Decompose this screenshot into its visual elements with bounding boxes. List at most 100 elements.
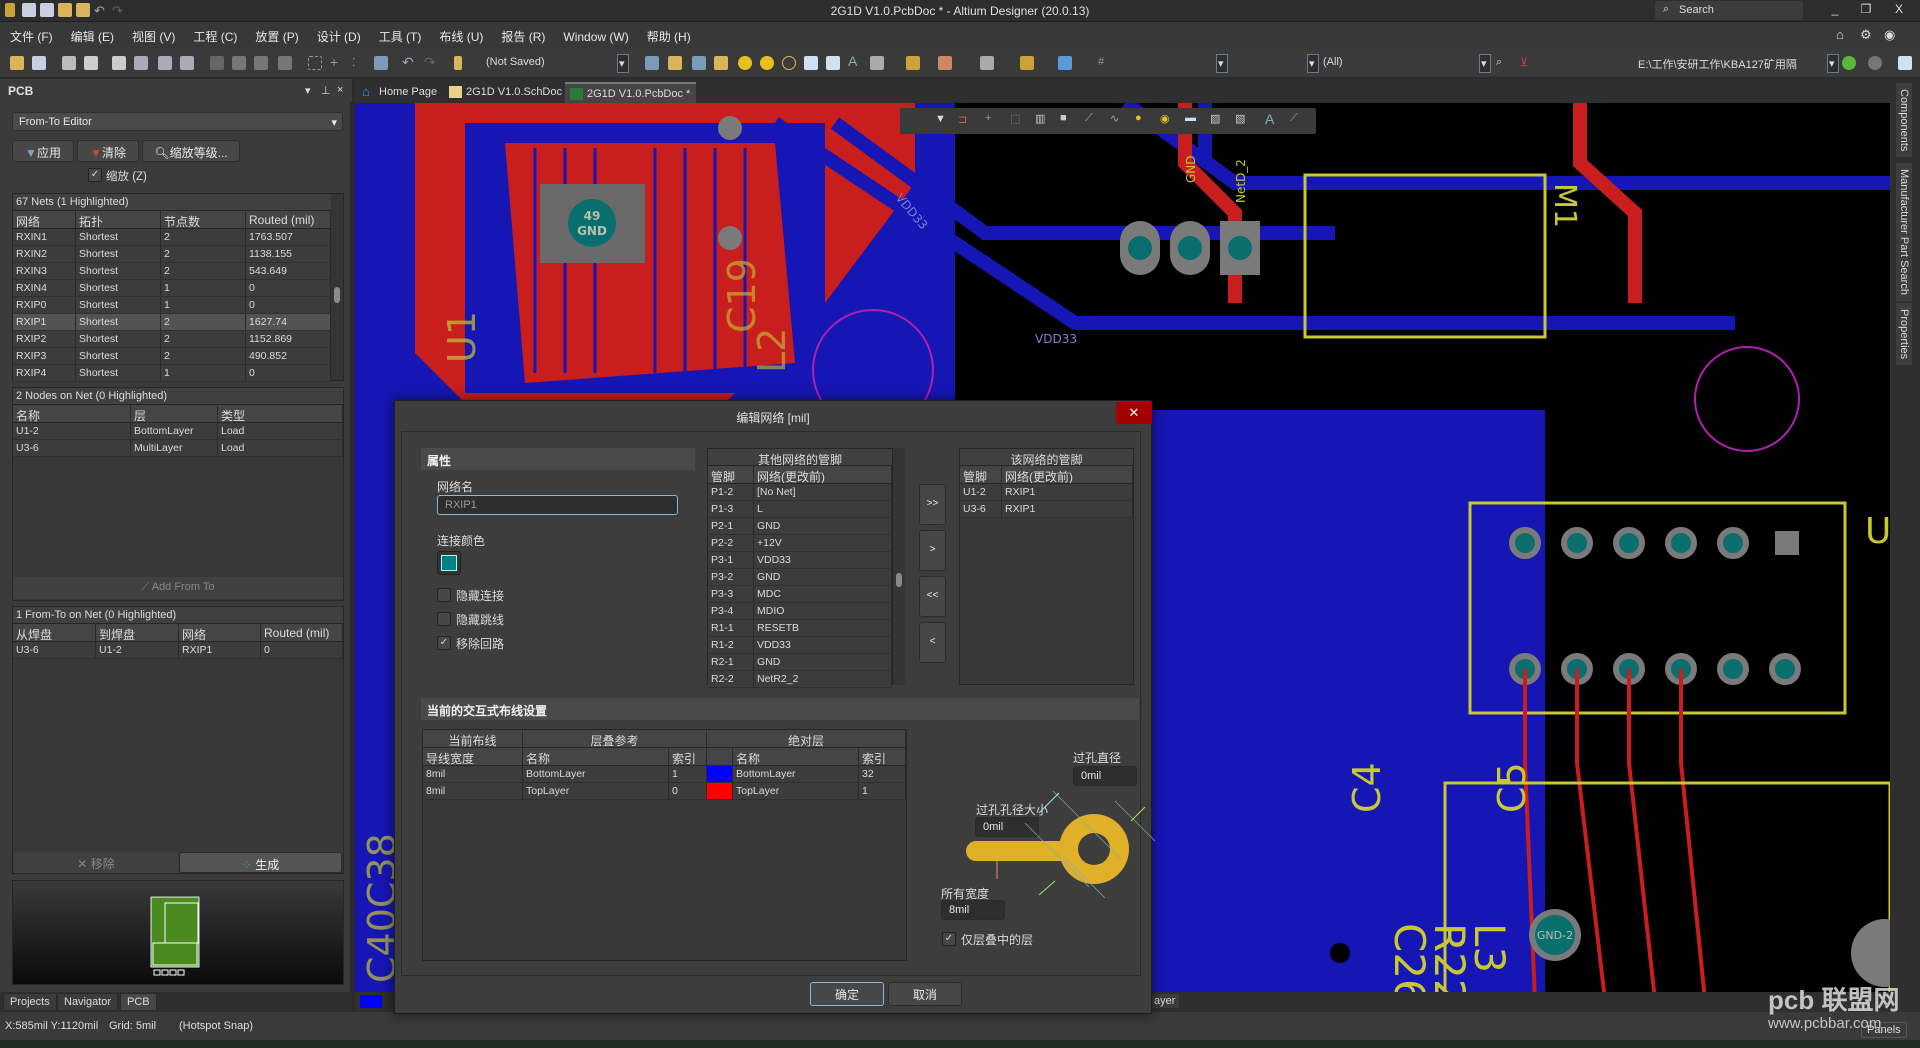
other-pin-row[interactable]: P3-3 MDC — [708, 586, 892, 603]
zoom-filter-icon[interactable]: ⌕ — [1496, 56, 1510, 70]
filter-icon[interactable]: ▼ — [935, 113, 946, 125]
fill-icon[interactable] — [804, 56, 818, 70]
fill-icon[interactable]: ▬ — [1185, 112, 1196, 124]
other-pin-row[interactable]: R2-2 NetR2_2 — [708, 671, 892, 688]
net-row[interactable]: RXIP3 Shortest 2 490.852 — [13, 348, 331, 365]
column-header[interactable]: Routed (mil) — [261, 624, 343, 641]
menu-item[interactable]: 文件 (F) — [0, 22, 61, 45]
column-header[interactable]: 网络(更改前) — [1002, 466, 1133, 483]
other-pin-row[interactable]: R2-1 GND — [708, 654, 892, 671]
menu-item[interactable]: 放置 (P) — [245, 22, 306, 45]
remove-pin-button[interactable]: < — [919, 622, 946, 663]
text-icon[interactable]: A — [848, 53, 862, 69]
layer-stack-icon[interactable] — [1058, 56, 1072, 70]
search-components-icon[interactable] — [980, 56, 994, 70]
diff-pair-icon[interactable] — [692, 56, 706, 70]
column-header[interactable]: 导线宽度 — [423, 748, 523, 765]
stack-layers-only-checkbox[interactable]: ✓ — [942, 932, 956, 946]
close-button[interactable]: X — [1884, 2, 1914, 20]
menu-item[interactable]: 帮助 (H) — [637, 22, 699, 45]
add-from-to-button[interactable]: ⟋ Add From To — [13, 577, 343, 599]
via-icon[interactable] — [760, 56, 774, 70]
other-pin-row[interactable]: P1-2 [No Net] — [708, 484, 892, 501]
menu-item[interactable]: 编辑 (E) — [61, 22, 122, 45]
menu-item[interactable]: 视图 (V) — [122, 22, 183, 45]
redo-icon[interactable]: ↷ — [424, 54, 438, 70]
grid-icon[interactable]: # — [1098, 56, 1112, 70]
ok-button[interactable]: 确定 — [810, 982, 884, 1006]
back-icon[interactable] — [1842, 56, 1856, 70]
hide-jumpers-checkbox[interactable] — [437, 612, 451, 626]
pin-icon[interactable]: ⊥ — [321, 84, 331, 97]
zoom-filter-icon[interactable] — [180, 56, 194, 70]
tab-navigator[interactable]: Navigator — [57, 993, 119, 1011]
column-header[interactable]: 索引 — [669, 748, 707, 765]
board-minimap[interactable] — [12, 880, 344, 985]
select-all-icon[interactable]: ⁚ — [352, 56, 366, 70]
add-pin-button[interactable]: > — [919, 530, 946, 571]
print-preview-icon[interactable] — [84, 56, 98, 70]
paste-icon[interactable] — [254, 56, 268, 70]
align-icon[interactable] — [938, 56, 952, 70]
forward-icon[interactable] — [1868, 56, 1882, 70]
column-header[interactable]: 拓扑 — [76, 211, 161, 228]
apply-button[interactable]: ▼应用 — [12, 140, 74, 162]
zoom-selected-icon[interactable] — [158, 56, 172, 70]
column-header[interactable]: 从焊盘 — [13, 624, 96, 641]
column-header[interactable]: 名称 — [733, 748, 859, 765]
column-header[interactable]: 类型 — [218, 405, 343, 422]
hide-connections-checkbox[interactable] — [437, 588, 451, 602]
zoom-level-button[interactable]: 🔍︎缩放等级... — [142, 140, 240, 162]
column-header[interactable]: 到焊盘 — [96, 624, 179, 641]
remove-button[interactable]: ✕ 移除 — [14, 852, 178, 873]
connection-color-picker[interactable] — [437, 551, 461, 575]
pad-icon[interactable] — [738, 56, 752, 70]
tab-projects[interactable]: Projects — [3, 993, 57, 1011]
copy-icon[interactable] — [232, 56, 246, 70]
net-pin-row[interactable]: U3-6 RXIP1 — [960, 501, 1133, 518]
tab-components[interactable]: Components — [1896, 83, 1912, 158]
net-pin-row[interactable]: U1-2 RXIP1 — [960, 484, 1133, 501]
menu-item[interactable]: Window (W) — [553, 24, 636, 44]
zoom-area-icon[interactable] — [134, 56, 148, 70]
column-header[interactable]: 层 — [131, 405, 218, 422]
cut-icon[interactable] — [210, 56, 224, 70]
polygon-icon[interactable]: ▨ — [1210, 112, 1220, 125]
layer-filter[interactable]: (All) — [1319, 54, 1479, 73]
route-icon[interactable]: ⊐ — [958, 113, 967, 126]
diff-pair-icon[interactable]: ∿ — [1110, 112, 1119, 125]
open-icon[interactable] — [10, 56, 24, 70]
route-icon[interactable] — [645, 56, 659, 70]
room-icon[interactable] — [1020, 56, 1034, 70]
net-row[interactable]: RXIN2 Shortest 2 1138.155 — [13, 246, 331, 263]
other-pin-row[interactable]: P3-1 VDD33 — [708, 552, 892, 569]
remove-all-pins-button[interactable]: << — [919, 576, 946, 617]
other-pin-row[interactable]: R1-2 VDD33 — [708, 637, 892, 654]
layer-tab[interactable]: ayer — [1150, 994, 1180, 1008]
menu-item[interactable]: 工程 (C) — [183, 22, 245, 45]
dialog-close-button[interactable]: ✕ — [1116, 402, 1152, 424]
select-icon[interactable]: ⬚ — [1010, 112, 1020, 125]
bus-route-icon[interactable] — [714, 56, 728, 70]
tab-manufacturer-part-search[interactable]: Manufacturer Part Search — [1896, 163, 1912, 301]
save-state-dropdown[interactable]: ▾ — [617, 54, 629, 73]
routing-row[interactable]: 8mil TopLayer 0 TopLayer 1 — [423, 783, 906, 800]
zoom-fit-icon[interactable] — [112, 56, 126, 70]
column-header[interactable]: 名称 — [13, 405, 131, 422]
net-row[interactable]: RXIP1 Shortest 2 1627.74 — [13, 314, 331, 331]
menu-item[interactable]: 布线 (U) — [429, 22, 491, 45]
via-icon[interactable]: ● — [1135, 112, 1142, 124]
column-header[interactable]: 网络 — [179, 624, 261, 641]
refresh-document-icon[interactable] — [1898, 56, 1912, 70]
other-pin-row[interactable]: P3-2 GND — [708, 569, 892, 586]
component-icon[interactable] — [870, 56, 884, 70]
arc-icon[interactable] — [782, 56, 796, 70]
layer-filter-dropdown[interactable]: ▾ — [1479, 54, 1491, 73]
other-pin-row[interactable]: P2-2 +12V — [708, 535, 892, 552]
net-row[interactable]: RXIP2 Shortest 2 1152.869 — [13, 331, 331, 348]
rubber-stamp-icon[interactable] — [278, 56, 292, 70]
net-row[interactable]: RXIP4 Shortest 1 0 — [13, 365, 331, 382]
menu-item[interactable]: 报告 (R) — [491, 22, 553, 45]
select-area-icon[interactable] — [308, 56, 322, 70]
tab-properties[interactable]: Properties — [1896, 303, 1912, 366]
